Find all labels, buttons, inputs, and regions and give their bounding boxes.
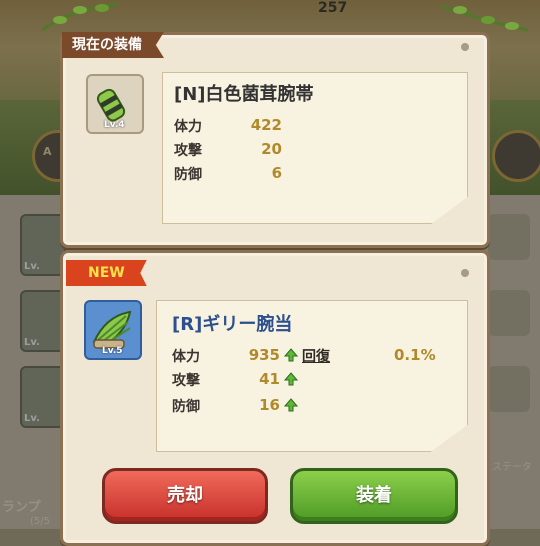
new-item-level: Lv.5 bbox=[102, 346, 123, 356]
equip-button[interactable]: 装着 bbox=[290, 468, 458, 524]
current-stat-attack-label: 攻撃 bbox=[174, 143, 202, 159]
current-stat-attack-value: 20 bbox=[261, 140, 282, 158]
new-stat-defense-value: 16 bbox=[259, 396, 280, 414]
new-stat-hp-value: 935 bbox=[248, 346, 280, 364]
stat-up-arrow-icon bbox=[284, 372, 298, 386]
panel-rivet bbox=[461, 269, 469, 277]
current-stat-defense-value: 6 bbox=[271, 164, 282, 182]
sell-button[interactable]: 売却 bbox=[102, 468, 268, 524]
new-stat-recovery-value: 0.1% bbox=[394, 346, 436, 364]
new-stat-defense-label: 防御 bbox=[172, 399, 200, 415]
stat-up-arrow-icon bbox=[284, 348, 298, 362]
current-stat-defense-label: 防御 bbox=[174, 167, 202, 183]
new-stat-attack-label: 攻撃 bbox=[172, 373, 200, 389]
current-item-icon[interactable]: Lv.4 bbox=[86, 74, 144, 134]
new-badge: NEW bbox=[66, 260, 147, 286]
new-item-icon[interactable]: Lv.5 bbox=[84, 300, 142, 360]
stat-up-arrow-icon bbox=[284, 398, 298, 412]
current-item-level: Lv.4 bbox=[104, 120, 125, 130]
panel-rivet bbox=[461, 43, 469, 51]
current-equipment-header: 現在の装備 bbox=[62, 32, 164, 58]
current-item-name: [N]白色菌茸腕帯 bbox=[174, 84, 314, 105]
new-item-name: [R]ギリー腕当 bbox=[172, 314, 293, 335]
current-stat-hp-label: 体力 bbox=[174, 119, 202, 135]
current-stat-hp-value: 422 bbox=[250, 116, 282, 134]
new-stat-recovery-label: 回復 bbox=[302, 349, 330, 365]
new-stat-attack-value: 41 bbox=[259, 370, 280, 388]
new-stat-hp-label: 体力 bbox=[172, 349, 200, 365]
